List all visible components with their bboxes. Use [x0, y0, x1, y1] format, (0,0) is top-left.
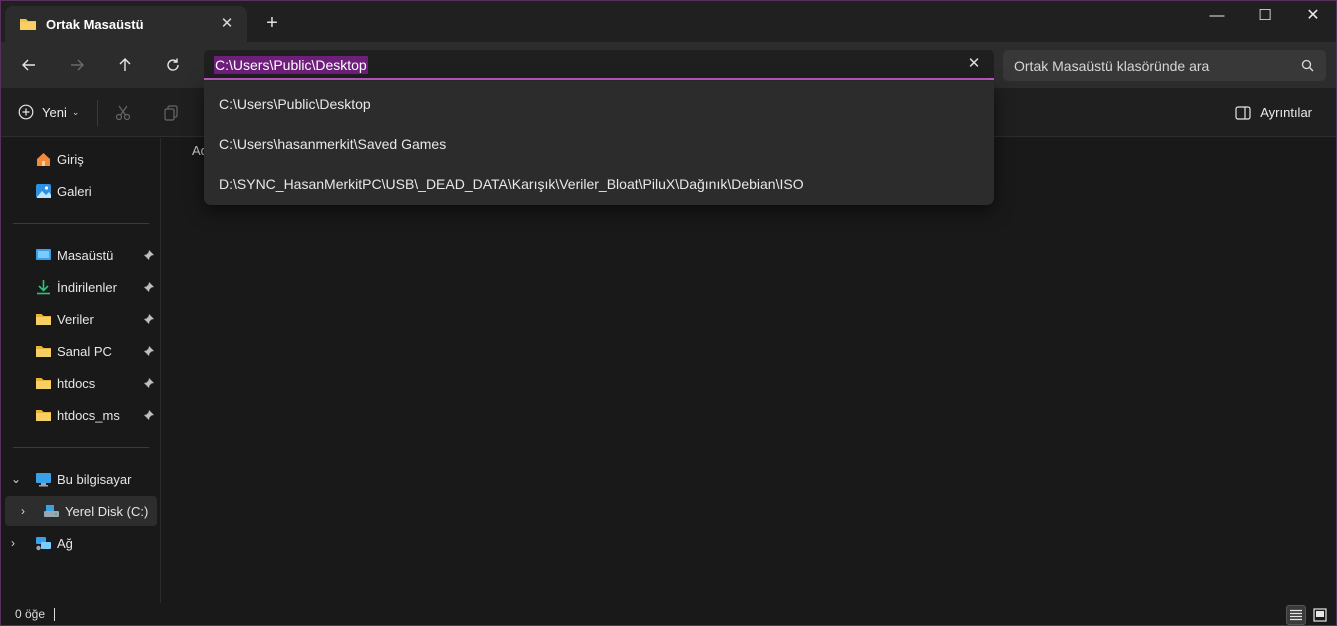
item-count: 0 öğe — [15, 607, 46, 621]
tiles-view-icon — [1313, 608, 1327, 622]
address-suggestion-item[interactable]: D:\SYNC_HasanMerkitPC\USB\_DEAD_DATA\Kar… — [204, 164, 994, 204]
search-icon — [1301, 59, 1314, 72]
minimize-button[interactable]: — — [1194, 5, 1240, 29]
list-view-icon — [1290, 609, 1302, 621]
arrow-right-icon — [71, 59, 84, 71]
sidebar-item-label: Masaüstü — [57, 248, 114, 263]
sidebar-item-label: Sanal PC — [57, 344, 112, 359]
sidebar-item-label: Giriş — [57, 152, 84, 167]
new-button-label: Yeni — [42, 104, 67, 120]
clear-address-button[interactable]: ✕ — [966, 56, 982, 72]
arrow-left-icon — [22, 59, 35, 71]
tab-ortak-masaustu[interactable]: Ortak Masaüstü ✕ — [5, 6, 247, 42]
chevron-down-icon: ⌄ — [71, 106, 80, 117]
chevron-right-icon[interactable]: › — [21, 504, 33, 518]
file-explorer-window: Ortak Masaüstü ✕ + — ☐ ✕ Ortak Masaüstü … — [0, 0, 1337, 626]
refresh-icon — [167, 58, 179, 71]
sidebar-item-htdocs-ms[interactable]: htdocs_ms — [5, 400, 157, 430]
sidebar-item-gallery[interactable]: Galeri — [5, 176, 157, 206]
status-divider — [54, 608, 55, 621]
search-placeholder: Ortak Masaüstü klasöründe ara — [1014, 57, 1210, 74]
drive-icon — [44, 505, 59, 517]
folder-icon — [36, 346, 51, 357]
plus-circle-icon — [18, 104, 34, 120]
home-icon — [37, 153, 50, 166]
sidebar-item-label: Galeri — [57, 184, 92, 199]
toolbar-divider — [97, 100, 98, 126]
details-view-button[interactable] — [1286, 605, 1306, 625]
sidebar-divider — [13, 223, 149, 224]
navigation-pane: Giriş Galeri Masaüstü İndirilenler Veril… — [1, 138, 161, 603]
chevron-right-icon[interactable]: › — [11, 536, 23, 550]
new-tab-button[interactable]: + — [261, 13, 283, 35]
sidebar-item-local-disk-c[interactable]: › Yerel Disk (C:) — [5, 496, 157, 526]
title-bar: Ortak Masaüstü ✕ + — ☐ ✕ — [1, 1, 1336, 42]
sidebar-item-label: Yerel Disk (C:) — [65, 504, 149, 519]
details-pane-button[interactable]: Ayrıntılar — [1235, 105, 1312, 120]
sidebar-item-home[interactable]: Giriş — [5, 144, 157, 174]
desktop-icon — [36, 249, 51, 260]
sidebar-item-htdocs[interactable]: htdocs — [5, 368, 157, 398]
folder-icon — [36, 410, 51, 421]
chevron-down-icon[interactable]: ⌄ — [11, 472, 23, 486]
tab-title: Ortak Masaüstü — [46, 16, 144, 32]
sidebar-item-network[interactable]: › Ağ — [5, 528, 157, 558]
pin-icon[interactable] — [143, 249, 155, 261]
sidebar-item-desktop[interactable]: Masaüstü — [5, 240, 157, 270]
arrow-up-icon — [119, 58, 131, 71]
address-input[interactable]: C:\Users\Public\Desktop — [214, 56, 368, 74]
address-suggestions: C:\Users\Public\Desktop C:\Users\hasanme… — [204, 81, 994, 205]
sidebar-item-label: Ağ — [57, 536, 73, 551]
tiles-view-button[interactable] — [1310, 605, 1330, 625]
sidebar-divider — [13, 447, 149, 448]
sidebar-item-downloads[interactable]: İndirilenler — [5, 272, 157, 302]
up-button[interactable] — [112, 53, 138, 77]
tab-close-button[interactable]: ✕ — [217, 14, 237, 34]
sidebar-item-label: Veriler — [57, 312, 94, 327]
cut-icon[interactable] — [114, 104, 132, 122]
new-button[interactable]: Yeni ⌄ — [18, 104, 79, 120]
address-suggestion-item[interactable]: C:\Users\hasanmerkit\Saved Games — [204, 124, 994, 164]
pin-icon[interactable] — [143, 377, 155, 389]
folder-icon — [36, 314, 51, 325]
pin-icon[interactable] — [143, 409, 155, 421]
gallery-icon — [36, 184, 51, 198]
status-bar: 0 öğe — [1, 603, 1336, 625]
address-suggestion-item[interactable]: C:\Users\Public\Desktop — [204, 84, 994, 124]
sidebar-item-veriler[interactable]: Veriler — [5, 304, 157, 334]
sidebar-item-this-pc[interactable]: ⌄ Bu bilgisayar — [5, 464, 157, 494]
sidebar-item-label: htdocs — [57, 376, 96, 391]
pin-icon[interactable] — [143, 313, 155, 325]
back-button[interactable] — [16, 53, 42, 77]
network-icon — [36, 537, 51, 551]
maximize-button[interactable]: ☐ — [1242, 5, 1288, 29]
computer-icon — [36, 473, 51, 487]
close-window-button[interactable]: ✕ — [1290, 5, 1336, 29]
sidebar-item-label: İndirilenler — [57, 280, 117, 295]
folder-icon — [19, 16, 37, 32]
download-icon — [37, 280, 50, 295]
pin-icon[interactable] — [143, 345, 155, 357]
search-box[interactable]: Ortak Masaüstü klasöründe ara — [1003, 50, 1326, 81]
copy-icon[interactable] — [162, 104, 180, 122]
folder-icon — [36, 378, 51, 389]
forward-button[interactable] — [64, 53, 90, 77]
sidebar-item-sanal-pc[interactable]: Sanal PC — [5, 336, 157, 366]
details-pane-icon — [1235, 105, 1251, 120]
sidebar-item-label: htdocs_ms — [57, 408, 120, 423]
pin-icon[interactable] — [143, 281, 155, 293]
refresh-button[interactable] — [160, 53, 186, 77]
address-bar[interactable]: C:\Users\Public\Desktop ✕ — [204, 50, 994, 80]
details-label: Ayrıntılar — [1260, 105, 1312, 120]
sidebar-item-label: Bu bilgisayar — [57, 472, 132, 487]
file-list-area[interactable]: Ad — [162, 138, 1336, 603]
